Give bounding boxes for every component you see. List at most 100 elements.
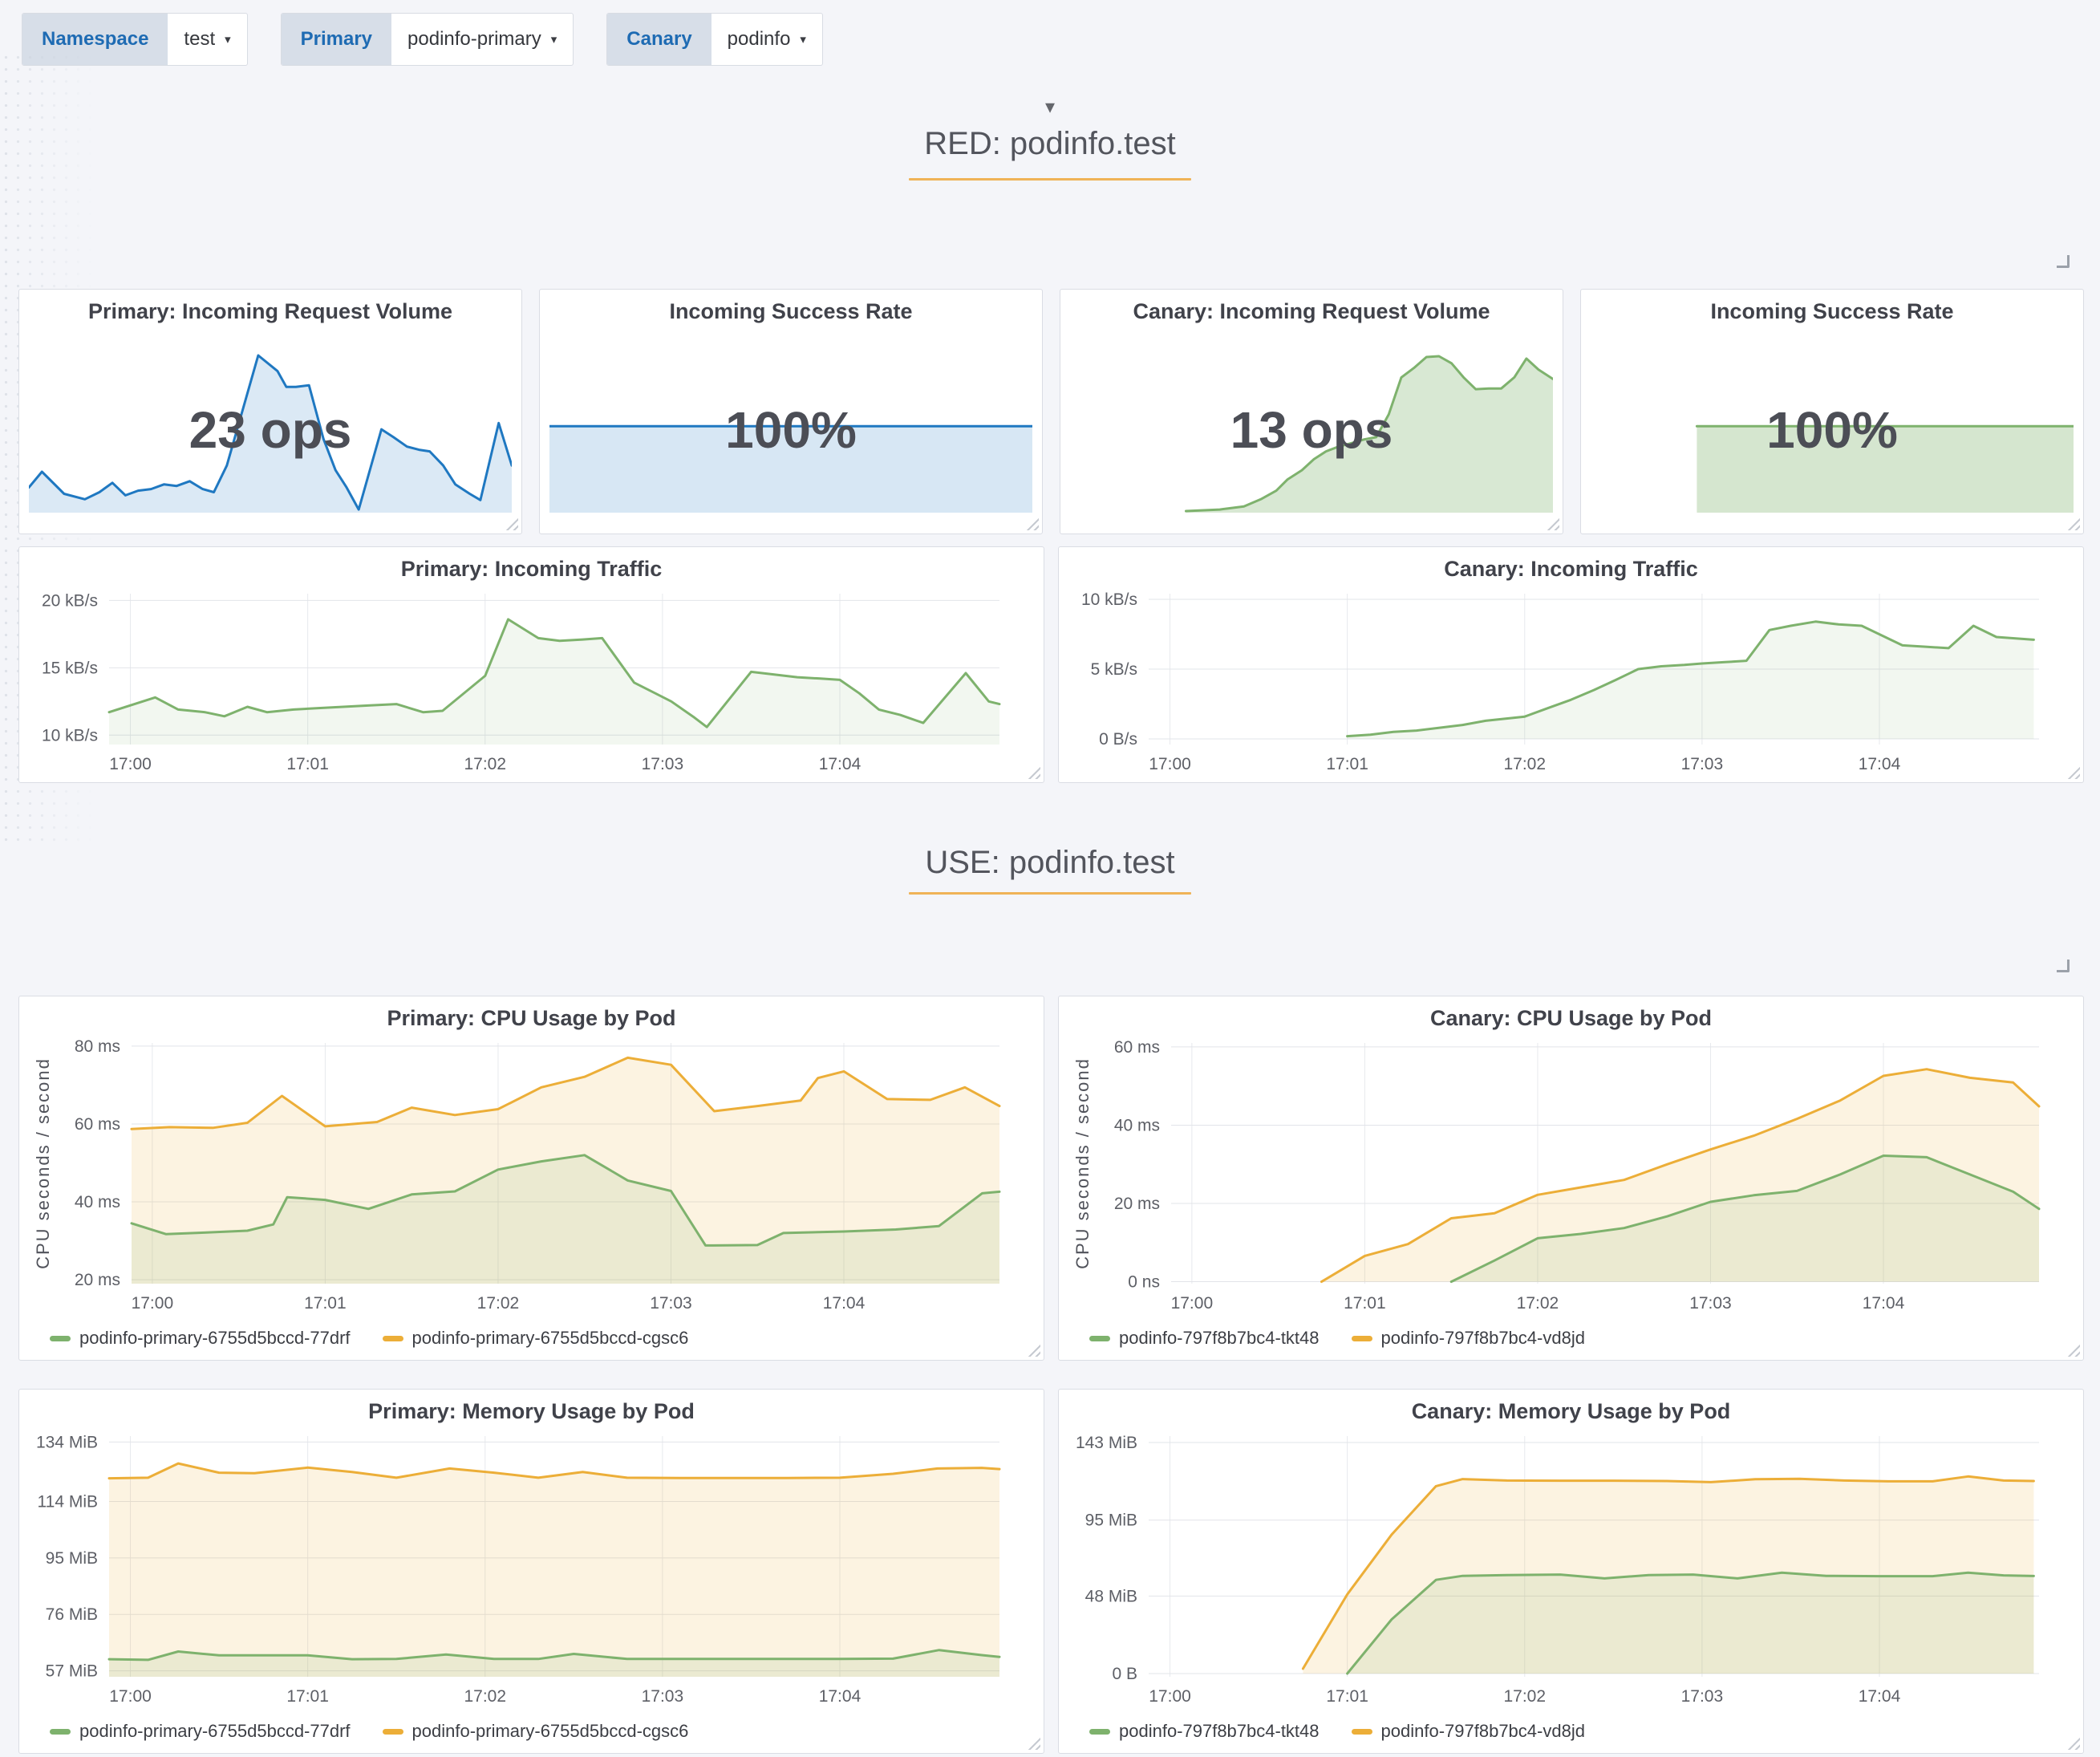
svg-text:10 kB/s: 10 kB/s <box>1081 590 1137 609</box>
svg-text:17:02: 17:02 <box>464 755 506 773</box>
y-axis-label: CPU seconds / second <box>1072 1057 1093 1269</box>
chevron-down-icon: ▾ <box>800 32 806 47</box>
panel-resize-handle[interactable] <box>1028 1344 1040 1357</box>
panel-title[interactable]: Canary: Incoming Request Volume <box>1060 299 1563 324</box>
variable-chip-canary: Canarypodinfo▾ <box>606 13 823 66</box>
svg-text:17:02: 17:02 <box>477 1294 520 1313</box>
chart-canary-cpu-usage: 0 ns20 ms40 ms60 ms17:0017:0117:0217:031… <box>1059 1035 2083 1317</box>
svg-text:17:04: 17:04 <box>819 1687 861 1706</box>
svg-text:0 B: 0 B <box>1112 1665 1137 1683</box>
panel-title[interactable]: Incoming Success Rate <box>1581 299 2083 324</box>
legend-item[interactable]: podinfo-797f8b7bc4-vd8jd <box>1352 1721 1585 1742</box>
panel-title[interactable]: Incoming Success Rate <box>540 299 1042 324</box>
legend-series-name: podinfo-797f8b7bc4-tkt48 <box>1119 1721 1320 1742</box>
panel-title[interactable]: Primary: Incoming Request Volume <box>19 299 521 324</box>
svg-text:17:03: 17:03 <box>1689 1294 1732 1313</box>
svg-text:114 MiB: 114 MiB <box>38 1492 98 1511</box>
row-header-red: ▾ RED: podinfo.test <box>0 98 2100 181</box>
chart-primary-incoming-traffic: 10 kB/s15 kB/s20 kB/s17:0017:0117:0217:0… <box>19 586 1044 778</box>
legend-series-name: podinfo-primary-6755d5bccd-77drf <box>79 1328 351 1349</box>
stat-value: 100% <box>1581 400 2083 460</box>
row-title-red[interactable]: RED: podinfo.test <box>0 125 2100 162</box>
panel-canary-incoming-traffic: Canary: Incoming Traffic0 B/s5 kB/s10 kB… <box>1058 546 2084 783</box>
legend-series-name: podinfo-797f8b7bc4-vd8jd <box>1381 1328 1585 1349</box>
variable-value-dropdown[interactable]: test▾ <box>168 14 246 65</box>
row-title-use[interactable]: USE: podinfo.test <box>0 844 2100 881</box>
panel-canary-success-rate: Incoming Success Rate 100% <box>1580 289 2084 534</box>
row-resize-corner-icon[interactable] <box>2057 960 2070 972</box>
svg-text:20 ms: 20 ms <box>75 1271 120 1289</box>
svg-text:17:03: 17:03 <box>1681 1687 1724 1706</box>
svg-text:17:01: 17:01 <box>304 1294 347 1313</box>
legend-item[interactable]: podinfo-primary-6755d5bccd-77drf <box>50 1328 351 1349</box>
svg-text:0 ns: 0 ns <box>1128 1273 1160 1292</box>
svg-text:17:02: 17:02 <box>1503 1687 1546 1706</box>
panel-title[interactable]: Primary: CPU Usage by Pod <box>19 1006 1044 1031</box>
legend-swatch-icon <box>383 1336 403 1341</box>
svg-text:40 ms: 40 ms <box>75 1193 120 1211</box>
legend-swatch-icon <box>50 1729 71 1735</box>
panel-primary-memory-usage: Primary: Memory Usage by Pod57 MiB76 MiB… <box>18 1389 1044 1754</box>
chevron-down-icon[interactable]: ▾ <box>0 98 2100 117</box>
legend-item[interactable]: podinfo-797f8b7bc4-vd8jd <box>1352 1328 1585 1349</box>
svg-text:17:01: 17:01 <box>286 1687 329 1706</box>
row-title-underline <box>909 892 1191 895</box>
legend-series-name: podinfo-797f8b7bc4-tkt48 <box>1119 1328 1320 1349</box>
panel-canary-request-volume: Canary: Incoming Request Volume 13 ops <box>1060 289 1563 534</box>
panel-title[interactable]: Primary: Incoming Traffic <box>19 557 1044 582</box>
legend-item[interactable]: podinfo-797f8b7bc4-tkt48 <box>1089 1721 1320 1742</box>
svg-text:17:00: 17:00 <box>1149 1687 1191 1706</box>
panel-resize-handle[interactable] <box>1028 1737 1040 1750</box>
panel-primary-success-rate: Incoming Success Rate100% <box>539 289 1043 534</box>
svg-text:17:03: 17:03 <box>650 1294 692 1313</box>
panel-canary-cpu-usage: Canary: CPU Usage by Pod0 ns20 ms40 ms60… <box>1058 996 2084 1361</box>
variable-chip-primary: Primarypodinfo-primary▾ <box>281 13 574 66</box>
panel-resize-handle[interactable] <box>1547 517 1559 530</box>
chart-legend: podinfo-primary-6755d5bccd-77drf podinfo-… <box>50 1328 688 1349</box>
variable-label: Canary <box>607 14 711 65</box>
panel-resize-handle[interactable] <box>505 517 518 530</box>
panel-title[interactable]: Canary: Incoming Traffic <box>1059 557 2083 582</box>
svg-text:17:02: 17:02 <box>1503 755 1546 773</box>
svg-text:17:02: 17:02 <box>1517 1294 1559 1313</box>
chart-legend: podinfo-797f8b7bc4-tkt48 podinfo-797f8b7b… <box>1089 1721 1585 1742</box>
panel-primary-cpu-usage: Primary: CPU Usage by Pod 20 ms 40 ms 60 ms… <box>18 996 1044 1361</box>
panel-title[interactable]: Primary: Memory Usage by Pod <box>19 1399 1044 1424</box>
row-header-use: USE: podinfo.test <box>0 844 2100 895</box>
variable-value-dropdown[interactable]: podinfo-primary▾ <box>391 14 573 65</box>
svg-text:17:01: 17:01 <box>286 755 329 773</box>
svg-text:17:04: 17:04 <box>819 755 861 773</box>
variables-bar: Namespacetest▾Primarypodinfo-primary▾Can… <box>0 0 2100 66</box>
panel-title[interactable]: Canary: Memory Usage by Pod <box>1059 1399 2083 1424</box>
svg-text:40 ms: 40 ms <box>1114 1116 1160 1134</box>
variable-label: Primary <box>282 14 391 65</box>
svg-text:134 MiB: 134 MiB <box>36 1433 98 1451</box>
legend-swatch-icon <box>1089 1729 1110 1735</box>
legend-item[interactable]: podinfo-797f8b7bc4-tkt48 <box>1089 1328 1320 1349</box>
svg-text:17:00: 17:00 <box>109 755 152 773</box>
svg-text:17:04: 17:04 <box>1859 755 1901 773</box>
panel-resize-handle[interactable] <box>2067 1737 2080 1750</box>
variable-value-dropdown[interactable]: podinfo▾ <box>711 14 822 65</box>
row-resize-corner-icon[interactable] <box>2057 255 2070 268</box>
stat-value: 13 ops <box>1060 400 1563 460</box>
panel-title[interactable]: Canary: CPU Usage by Pod <box>1059 1006 2083 1031</box>
svg-text:60 ms: 60 ms <box>75 1115 120 1134</box>
svg-text:76 MiB: 76 MiB <box>46 1605 98 1624</box>
legend-item[interactable]: podinfo-primary-6755d5bccd-cgsc6 <box>383 1328 689 1349</box>
panel-resize-handle[interactable] <box>2067 517 2080 530</box>
svg-text:17:00: 17:00 <box>109 1687 152 1706</box>
svg-text:0 B/s: 0 B/s <box>1099 730 1137 749</box>
panel-resize-handle[interactable] <box>2067 1344 2080 1357</box>
panel-resize-handle[interactable] <box>1026 517 1039 530</box>
svg-text:15 kB/s: 15 kB/s <box>42 659 98 677</box>
svg-text:17:04: 17:04 <box>1863 1294 1905 1313</box>
legend-swatch-icon <box>50 1336 71 1341</box>
svg-text:17:02: 17:02 <box>464 1687 506 1706</box>
svg-text:143 MiB: 143 MiB <box>1076 1434 1137 1452</box>
svg-text:95 MiB: 95 MiB <box>46 1549 98 1568</box>
legend-item[interactable]: podinfo-primary-6755d5bccd-cgsc6 <box>383 1721 689 1742</box>
legend-item[interactable]: podinfo-primary-6755d5bccd-77drf <box>50 1721 351 1742</box>
svg-text:17:01: 17:01 <box>1344 1294 1386 1313</box>
svg-text:17:00: 17:00 <box>132 1294 174 1313</box>
